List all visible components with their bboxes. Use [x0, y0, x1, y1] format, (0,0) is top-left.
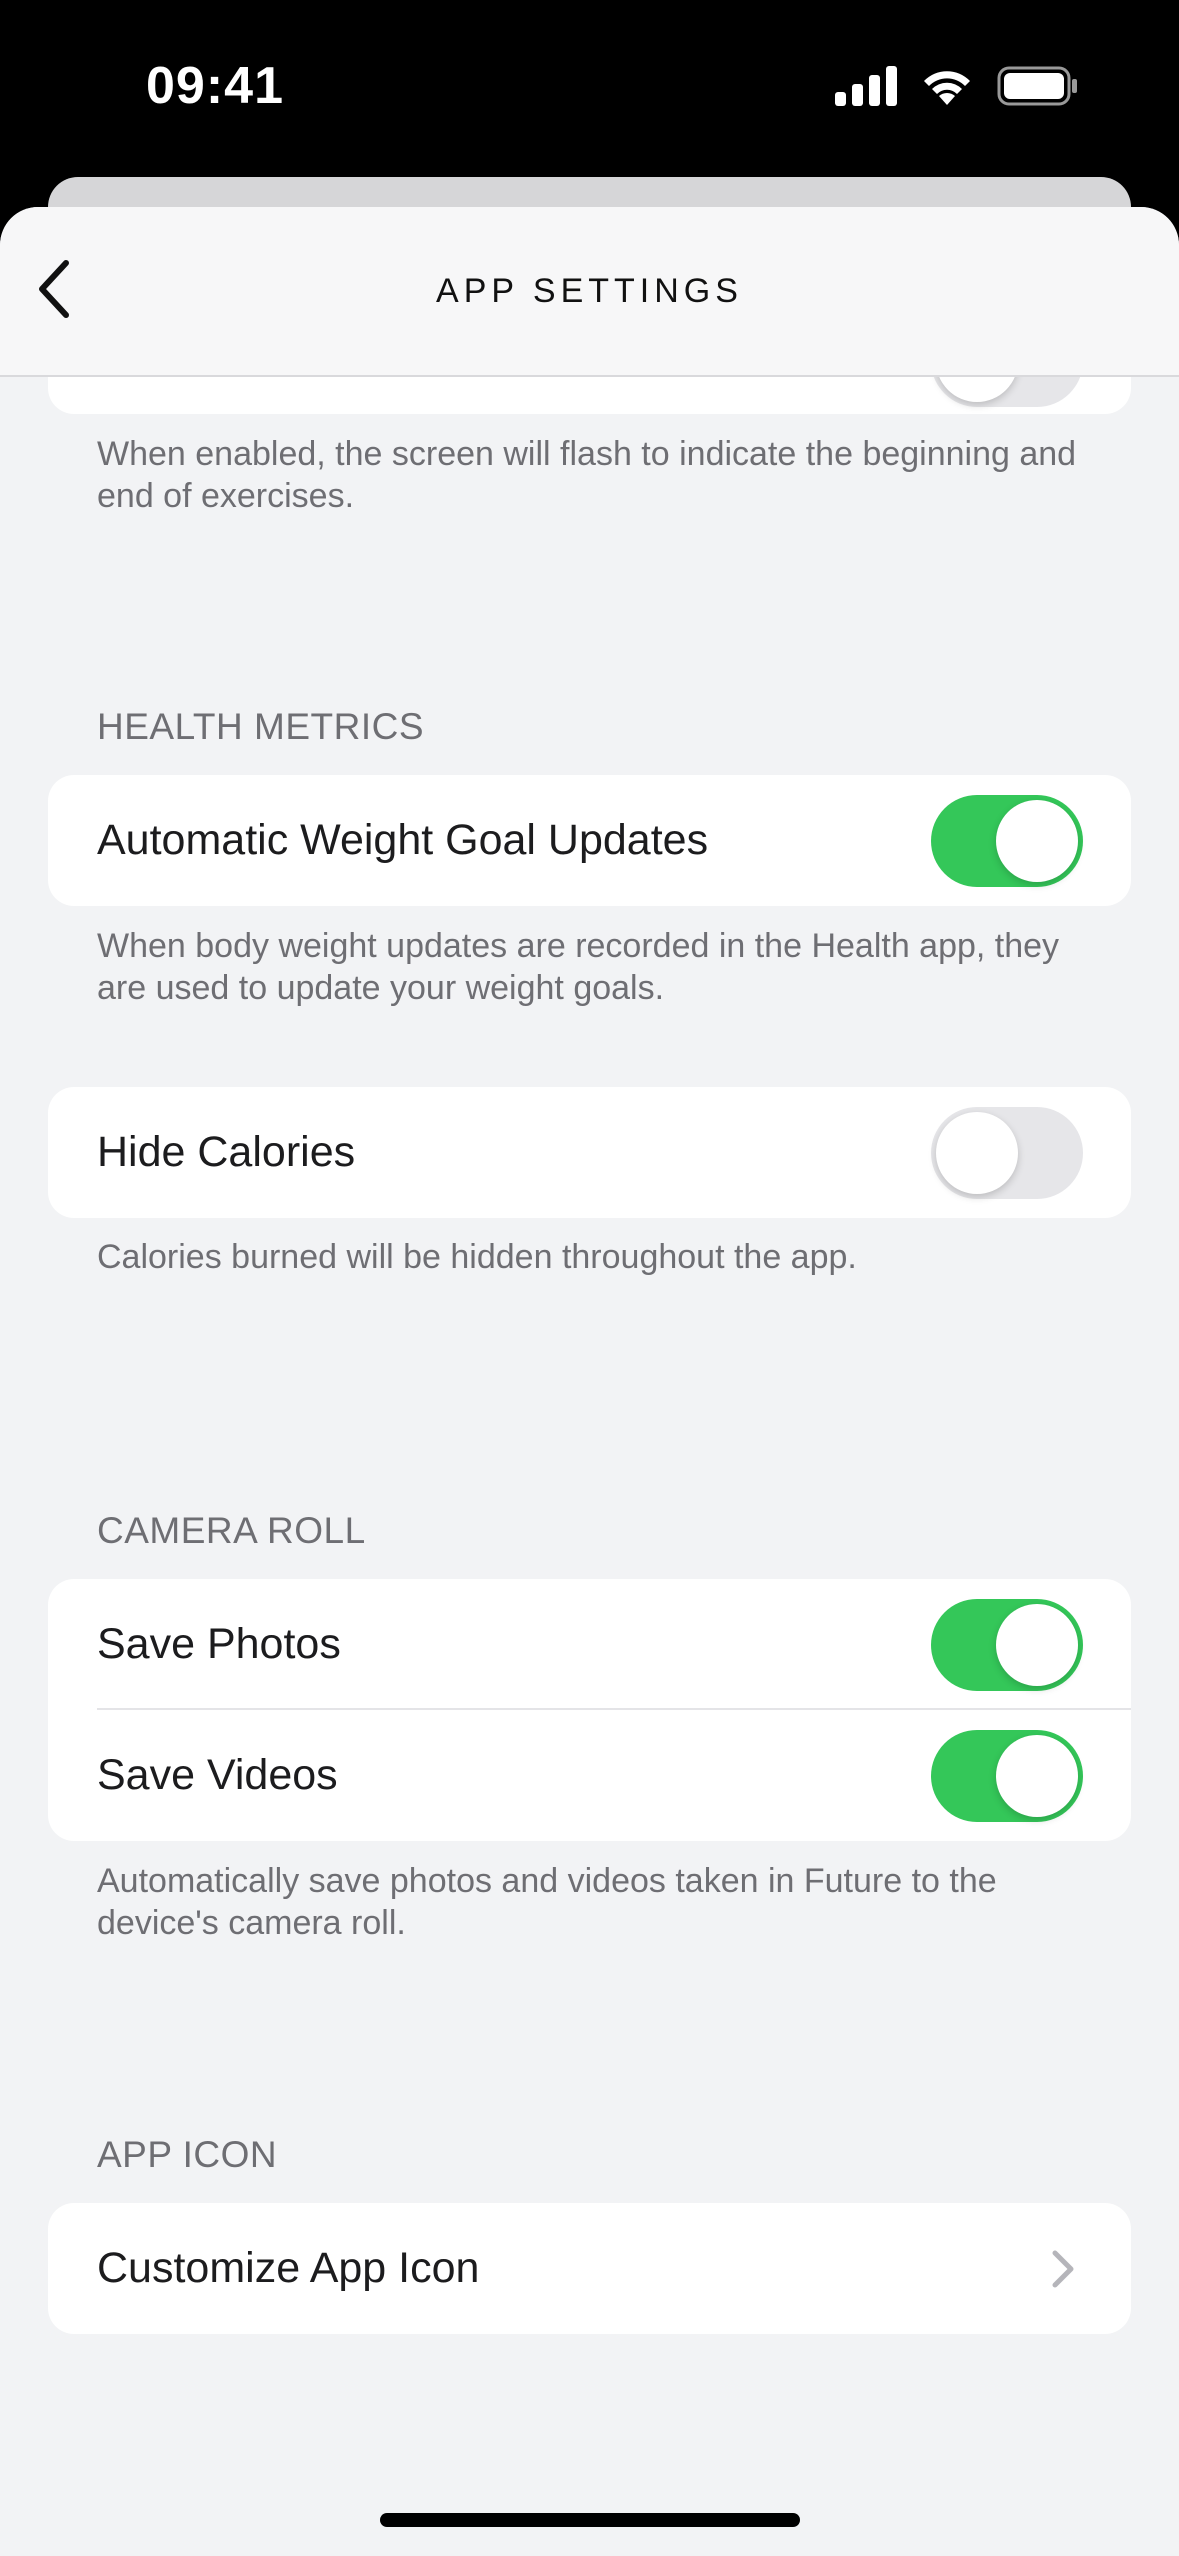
section-header-app-icon: APP ICON: [97, 2134, 278, 2175]
auto-weight-card: Automatic Weight Goal Updates: [48, 775, 1131, 906]
customize-app-icon-row[interactable]: Customize App Icon: [48, 2203, 1131, 2334]
hide-calories-toggle[interactable]: [931, 1106, 1083, 1199]
hide-calories-footnote: Calories burned will be hidden throughou…: [97, 1238, 857, 1276]
chevron-right-icon: [1043, 2249, 1083, 2289]
status-bar: 09:41: [0, 0, 1179, 180]
save-videos-label: Save Videos: [97, 1751, 338, 1799]
auto-weight-toggle[interactable]: [931, 794, 1083, 887]
battery-icon: [997, 66, 1079, 111]
camera-roll-card: Save Photos Save Videos: [48, 1579, 1131, 1841]
navigation-bar: APP SETTINGS: [0, 207, 1179, 377]
section-header-health-metrics: HEALTH METRICS: [97, 706, 425, 747]
page-title: APP SETTINGS: [436, 271, 743, 310]
auto-weight-label: Automatic Weight Goal Updates: [97, 816, 709, 864]
auto-weight-footnote: When body weight updates are recorded in…: [97, 927, 1060, 1007]
status-icons: [835, 64, 1079, 112]
save-photos-toggle[interactable]: [931, 1598, 1083, 1691]
save-photos-row[interactable]: Save Photos: [48, 1579, 1131, 1710]
customize-app-icon-label: Customize App Icon: [97, 2244, 480, 2292]
camera-roll-footnote: Automatically save photos and videos tak…: [97, 1862, 997, 1942]
save-videos-toggle[interactable]: [931, 1729, 1083, 1822]
status-time: 09:41: [146, 57, 284, 115]
app-icon-card: Customize App Icon: [48, 2203, 1131, 2334]
hide-calories-card: Hide Calories: [48, 1087, 1131, 1218]
chevron-left-icon: [34, 259, 74, 324]
save-videos-row[interactable]: Save Videos: [48, 1710, 1131, 1841]
settings-sheet: APP SETTINGS When enabled, the screen wi…: [0, 207, 1179, 2556]
flash-footnote: When enabled, the screen will flash to i…: [97, 435, 1077, 515]
hide-calories-row[interactable]: Hide Calories: [48, 1087, 1131, 1218]
section-header-camera-roll: CAMERA ROLL: [97, 1510, 366, 1551]
home-indicator[interactable]: [380, 2513, 800, 2527]
save-photos-label: Save Photos: [97, 1620, 341, 1668]
wifi-icon: [919, 65, 975, 112]
back-button[interactable]: [14, 251, 94, 331]
cellular-signal-icon: [835, 65, 897, 111]
auto-weight-row[interactable]: Automatic Weight Goal Updates: [48, 775, 1131, 906]
hide-calories-label: Hide Calories: [97, 1128, 356, 1176]
